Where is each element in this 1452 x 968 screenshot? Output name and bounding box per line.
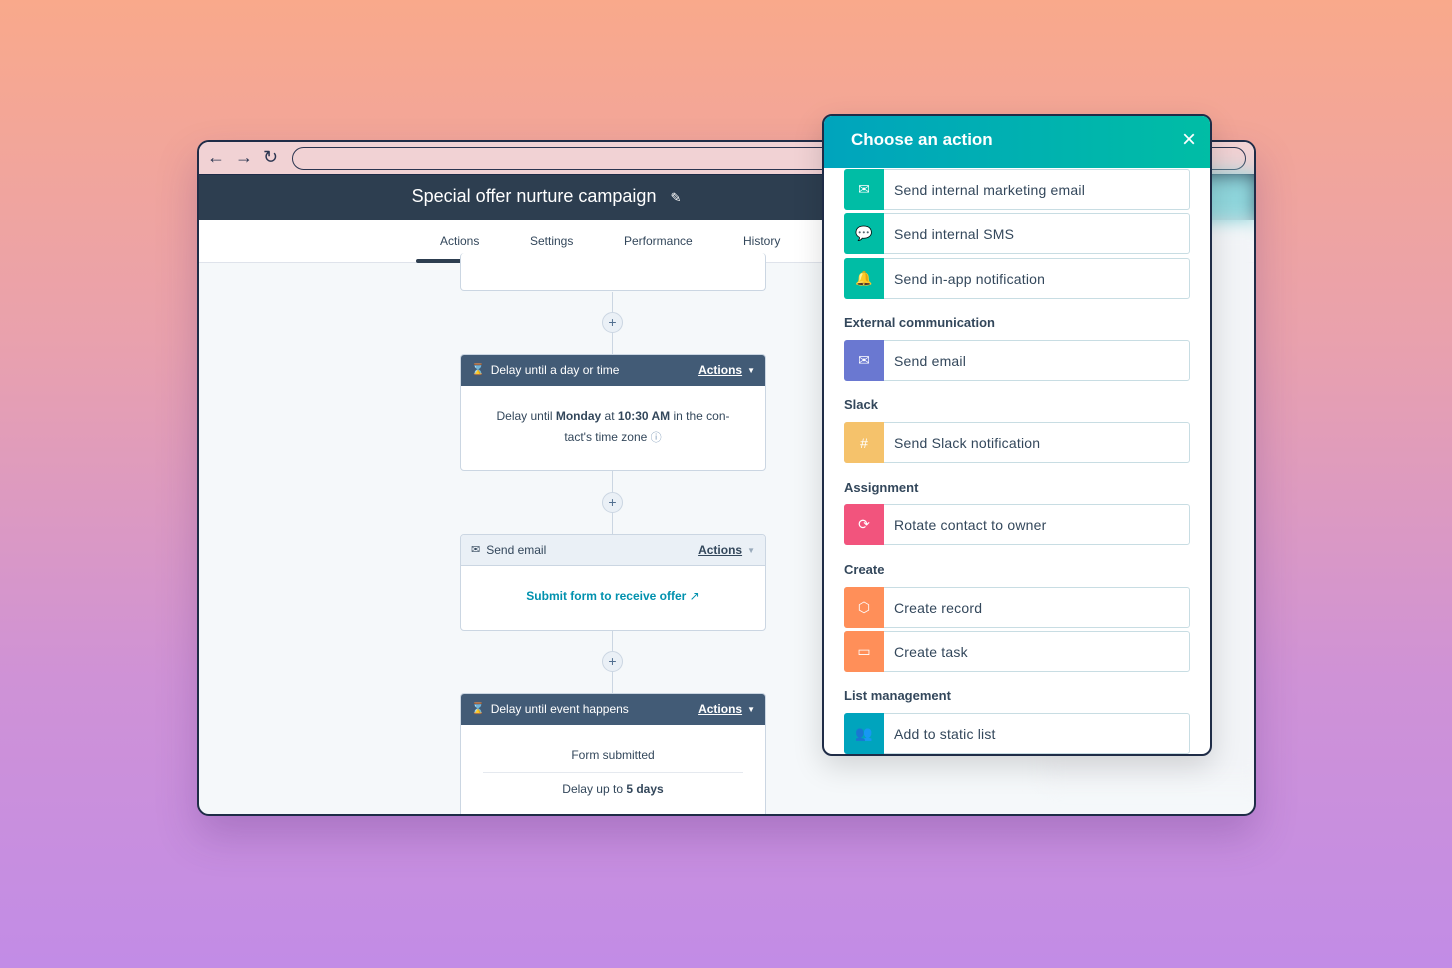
external-link-icon[interactable]: ↗ [690, 589, 700, 603]
actions-dropdown[interactable]: Actions [698, 535, 742, 566]
close-icon[interactable]: × [1182, 116, 1196, 164]
reload-icon[interactable]: ↻ [263, 147, 278, 168]
section-heading: List management [844, 688, 951, 703]
tab-performance[interactable]: Performance [624, 234, 693, 248]
caret-down-icon: ▼ [747, 705, 755, 714]
add-step-button[interactable]: + [602, 312, 623, 333]
action-send-email[interactable]: ✉ Send email [844, 340, 1190, 381]
add-step-button[interactable]: + [602, 651, 623, 672]
workflow-card[interactable]: ⌛ Delay until a day or time Actions ▼ Delay… [460, 354, 766, 471]
envelope-icon: ✉ [471, 543, 481, 556]
tab-history[interactable]: History [743, 234, 780, 248]
hourglass-icon: ⌛ [471, 703, 485, 715]
envelope-icon: ✉ [844, 340, 884, 381]
card-title: Delay until event happens [490, 702, 629, 716]
hourglass-icon: ⌛ [471, 364, 485, 376]
workflow-card-partial[interactable] [460, 253, 766, 291]
section-heading: Slack [844, 397, 878, 412]
slack-icon: # [844, 422, 884, 463]
people-icon: 👥 [844, 713, 884, 754]
action-send-internal-marketing-email[interactable]: ✉ Send internal marketing email [844, 169, 1190, 210]
choose-action-panel: Choose an action × ✉ Send internal marketi… [822, 114, 1212, 756]
action-rotate-contact-to-owner[interactable]: ⟳ Rotate contact to owner [844, 504, 1190, 545]
cube-icon: ⬡ [844, 587, 884, 628]
forward-icon[interactable]: → [235, 147, 253, 168]
action-send-internal-sms[interactable]: 💬 Send internal SMS [844, 213, 1190, 254]
envelope-icon: ✉ [844, 169, 884, 210]
email-link[interactable]: Submit form to receive offer [526, 589, 686, 603]
section-heading: Assignment [844, 480, 919, 495]
caret-down-icon: ▼ [747, 366, 755, 375]
actions-dropdown[interactable]: Actions [698, 694, 742, 725]
action-send-slack-notification[interactable]: # Send Slack notification [844, 422, 1190, 463]
add-step-button[interactable]: + [602, 492, 623, 513]
card-title: Delay until a day or time [490, 363, 620, 377]
info-icon[interactable]: ⓘ [651, 432, 662, 444]
tab-settings[interactable]: Settings [530, 234, 573, 248]
action-create-record[interactable]: ⬡ Create record [844, 587, 1190, 628]
action-send-in-app-notification[interactable]: 🔔 Send in-app notification [844, 258, 1190, 299]
workflow-card[interactable]: ✉ Send email Actions ▼ Submit form to recei… [460, 534, 766, 631]
card-title: Send email [486, 542, 547, 557]
panel-title: Choose an action [851, 130, 993, 149]
tab-actions[interactable]: Actions [415, 234, 504, 263]
workflow-title: Special offer nurture campaign [411, 186, 657, 206]
card-body: Delay until Monday at 10:30 AM in the co… [496, 409, 730, 444]
event-text: Form submitted [571, 748, 655, 762]
bell-icon: 🔔 [844, 258, 884, 299]
pencil-icon[interactable]: ✎ [670, 190, 681, 205]
section-heading: Create [844, 562, 885, 577]
workflow-card[interactable]: ⌛ Delay until event happens Actions ▼ Form … [460, 693, 766, 814]
action-create-task[interactable]: ▭ Create task [844, 631, 1190, 672]
actions-dropdown[interactable]: Actions [698, 355, 742, 386]
rotate-icon: ⟳ [844, 504, 884, 545]
action-add-to-static-list[interactable]: 👥 Add to static list [844, 713, 1190, 754]
caret-down-icon: ▼ [747, 545, 755, 555]
task-icon: ▭ [844, 631, 884, 672]
chat-icon: 💬 [844, 213, 884, 254]
back-icon[interactable]: ← [207, 147, 225, 168]
section-heading: External communication [844, 315, 995, 330]
